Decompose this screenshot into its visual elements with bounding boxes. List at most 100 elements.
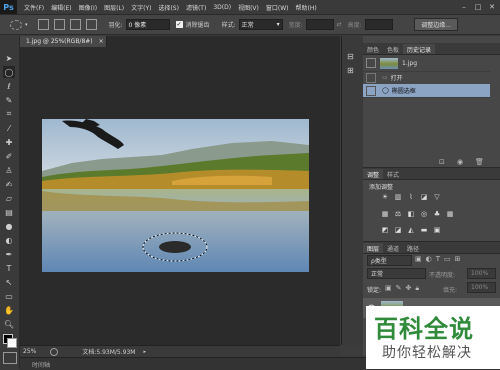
zoom-level[interactable]: 25% xyxy=(23,348,36,355)
tab-history[interactable]: 历史记录 xyxy=(403,44,436,54)
selective-color-icon[interactable]: ▣ xyxy=(433,226,441,234)
menu-filter[interactable]: 滤镜(T) xyxy=(186,3,206,12)
quick-mask-icon[interactable] xyxy=(3,352,17,364)
options-bar: ▾ 羽化: 0 像素 ✓ 消除锯齿 样式: 正常 ▾ 宽度: ⇄ 高度: 调整边缘… xyxy=(0,15,500,35)
minimize-button[interactable]: – xyxy=(458,2,470,11)
lock-label: 锁定: xyxy=(367,287,382,294)
background-color-swatch[interactable] xyxy=(7,338,17,348)
layer-filter-select[interactable]: ρ类型 xyxy=(367,255,412,266)
quick-selection-tool-icon[interactable]: ✎ xyxy=(3,94,15,106)
maximize-button[interactable]: □ xyxy=(472,2,484,11)
add-selection-icon[interactable] xyxy=(53,19,65,30)
menu-select[interactable]: 选择(S) xyxy=(158,3,179,12)
vibrance-icon[interactable]: ▽ xyxy=(433,193,441,201)
tab-layers[interactable]: 图层 xyxy=(363,243,384,253)
move-tool-icon[interactable]: ➤ xyxy=(3,52,15,64)
chevron-down-icon[interactable]: ▾ xyxy=(25,22,28,28)
tab-channels[interactable]: 通道 xyxy=(383,243,403,253)
tab-color[interactable]: 颜色 xyxy=(363,44,383,54)
gradient-map-icon[interactable]: ▬ xyxy=(420,226,428,234)
antialias-checkbox[interactable]: ✓ xyxy=(175,21,183,28)
opacity-input[interactable]: 100% xyxy=(467,268,496,279)
eraser-tool-icon[interactable]: ▱ xyxy=(3,192,15,204)
swap-icon[interactable]: ⇄ xyxy=(337,21,342,28)
style-select[interactable]: 正常 ▾ xyxy=(238,19,283,30)
zoom-tool-icon[interactable]: 🔍︎ xyxy=(3,318,15,330)
color-balance-icon[interactable]: ⚖ xyxy=(394,210,402,218)
properties-panel-icon[interactable]: ⊞ xyxy=(347,66,357,76)
tab-paths[interactable]: 路径 xyxy=(403,243,423,253)
hue-saturation-icon[interactable]: ▦ xyxy=(381,210,389,218)
height-input[interactable] xyxy=(364,19,393,30)
dodge-tool-icon[interactable]: ◐ xyxy=(3,234,15,246)
elliptical-marquee-tool-icon[interactable]: ◯ xyxy=(3,66,15,78)
tab-adjustments[interactable]: 调整 xyxy=(363,169,384,179)
path-selection-tool-icon[interactable]: ↖ xyxy=(3,276,15,288)
invert-icon[interactable]: ◩ xyxy=(381,226,389,234)
camera-icon[interactable]: ◉ xyxy=(457,158,463,166)
document-tab-title: 1.jpg @ 25%(RGB/8#) xyxy=(26,38,93,45)
intersect-selection-icon[interactable] xyxy=(85,19,97,30)
trash-icon[interactable]: 🗑︎ xyxy=(475,158,484,166)
history-step-checkbox[interactable] xyxy=(366,72,376,83)
snapshot-checkbox[interactable] xyxy=(366,58,376,68)
hand-tool-icon[interactable]: ✋ xyxy=(3,304,15,316)
eyedropper-tool-icon[interactable]: ⁄ xyxy=(3,122,15,134)
history-item-open[interactable]: ▭ 打开 xyxy=(363,71,490,85)
lasso-tool-icon[interactable]: ℓ xyxy=(3,80,15,92)
clone-stamp-tool-icon[interactable]: ♙ xyxy=(3,164,15,176)
menu-type[interactable]: 文字(Y) xyxy=(131,3,151,12)
blend-mode-select[interactable]: 正常 xyxy=(367,268,426,279)
document-tab[interactable]: 1.jpg @ 25%(RGB/8#) × xyxy=(20,36,107,47)
fill-input[interactable]: 100% xyxy=(467,282,496,293)
menu-3d[interactable]: 3D(D) xyxy=(213,4,231,11)
menu-window[interactable]: 窗口(W) xyxy=(266,3,289,12)
timeline-label[interactable]: 时间轴 xyxy=(32,360,50,369)
new-document-from-state-icon[interactable]: ⊡ xyxy=(439,158,445,166)
image-canvas[interactable] xyxy=(42,119,309,272)
posterize-icon[interactable]: ◪ xyxy=(394,226,402,234)
feather-input[interactable]: 0 像素 xyxy=(125,19,170,30)
menu-layer[interactable]: 图层(L) xyxy=(104,3,124,12)
brightness-contrast-icon[interactable]: ☀ xyxy=(381,193,389,201)
marquee-tool-preset-icon[interactable] xyxy=(10,19,22,30)
color-lookup-icon[interactable]: ▦ xyxy=(446,210,454,218)
exposure-icon[interactable]: ◪ xyxy=(420,193,428,201)
history-item-elliptical-marquee[interactable]: ◯ 椭圆选框 xyxy=(363,84,490,98)
levels-icon[interactable]: ▥ xyxy=(394,193,402,201)
close-window-button[interactable]: ✕ xyxy=(486,2,498,11)
photo-filter-icon[interactable]: ◎ xyxy=(420,210,428,218)
menu-edit[interactable]: 编辑(E) xyxy=(51,3,71,12)
blur-tool-icon[interactable]: ● xyxy=(3,220,15,232)
history-step-checkbox[interactable] xyxy=(366,85,376,96)
layer-filter-icons[interactable]: ▣◐T▭⊞ xyxy=(415,255,464,263)
subtract-selection-icon[interactable] xyxy=(69,19,81,30)
type-tool-icon[interactable]: T xyxy=(3,262,15,274)
tab-swatches[interactable]: 色板 xyxy=(383,44,403,54)
status-info-icon[interactable] xyxy=(50,347,59,356)
history-snapshot[interactable]: 1.jpg xyxy=(363,55,490,72)
menu-file[interactable]: 文件(F) xyxy=(24,3,44,12)
healing-brush-tool-icon[interactable]: ✚ xyxy=(3,136,15,148)
black-white-icon[interactable]: ◧ xyxy=(407,210,415,218)
gradient-tool-icon[interactable]: ▤ xyxy=(3,206,15,218)
rectangle-tool-icon[interactable]: ▭ xyxy=(3,290,15,302)
chevron-right-icon[interactable]: ▸ xyxy=(143,349,146,355)
crop-tool-icon[interactable]: ⌗ xyxy=(3,108,15,120)
threshold-icon[interactable]: ◭ xyxy=(407,226,415,234)
history-brush-tool-icon[interactable]: ✍ xyxy=(3,178,15,190)
brush-tool-icon[interactable]: ✐ xyxy=(3,150,15,162)
tab-styles[interactable]: 样式 xyxy=(383,169,403,179)
menu-view[interactable]: 视图(V) xyxy=(238,3,259,12)
lock-icons[interactable]: ▣✎✥🔒︎ xyxy=(385,284,423,293)
menu-image[interactable]: 图像(I) xyxy=(79,3,97,12)
menu-help[interactable]: 帮助(H) xyxy=(296,3,317,12)
history-panel-icon[interactable]: ⊟ xyxy=(347,52,357,62)
curves-icon[interactable]: ⌇ xyxy=(407,193,415,201)
channel-mixer-icon[interactable]: ♣ xyxy=(433,210,441,218)
close-icon[interactable]: × xyxy=(99,38,104,45)
new-selection-icon[interactable] xyxy=(37,19,49,30)
pen-tool-icon[interactable]: ✒ xyxy=(3,248,15,260)
refine-edge-button[interactable]: 调整边缘... xyxy=(414,18,458,31)
width-input[interactable] xyxy=(305,19,334,30)
